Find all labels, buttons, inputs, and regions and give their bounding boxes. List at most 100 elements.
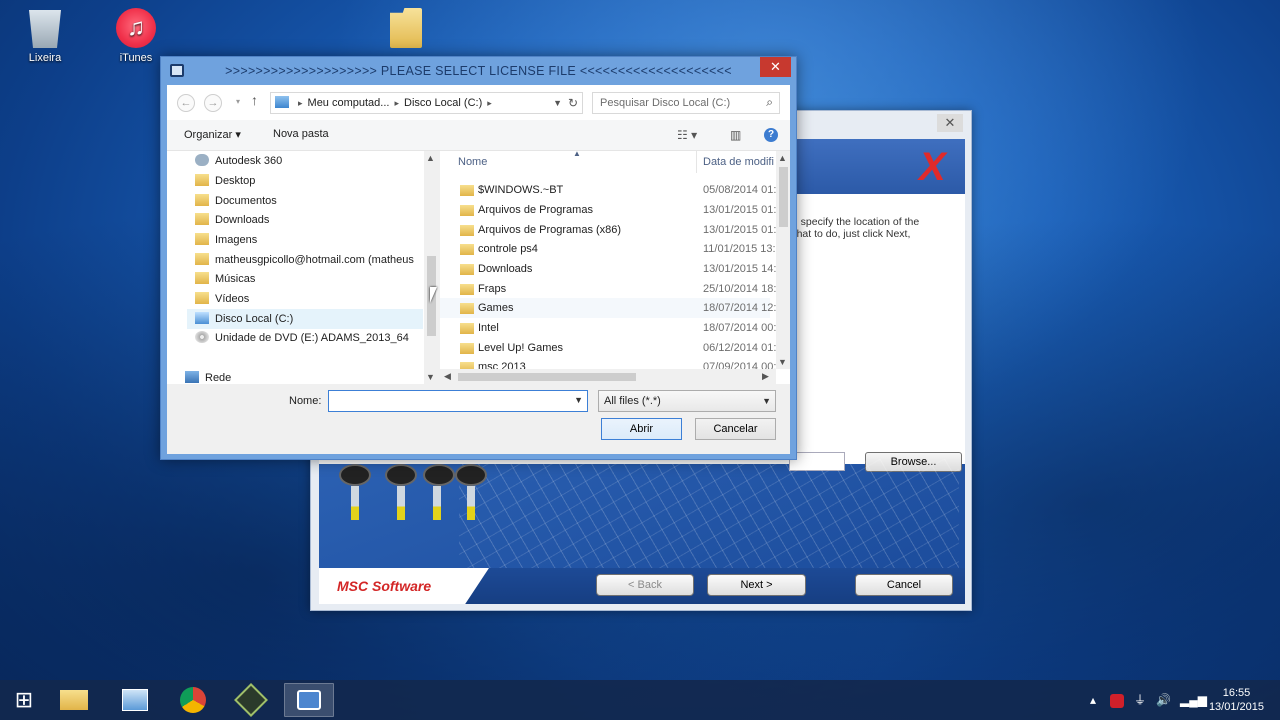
- search-input[interactable]: [593, 93, 753, 113]
- address-dropdown-icon[interactable]: ▼: [553, 93, 562, 113]
- preview-pane-icon[interactable]: ▥: [730, 128, 741, 142]
- new-folder-button[interactable]: Nova pasta: [273, 128, 329, 140]
- file-row[interactable]: Level Up! Games 06/12/2014 01:4: [440, 338, 778, 358]
- folder-icon: [195, 253, 209, 265]
- desktop-icon-recycle-bin[interactable]: Lixeira: [10, 8, 80, 64]
- dvd-icon: [195, 331, 209, 343]
- wizard-close-button[interactable]: ✕: [937, 114, 963, 132]
- computer-icon: [275, 96, 289, 108]
- file-list: Nome ▲ Data de modifi $WINDOWS.~BT 05/08/…: [440, 151, 790, 384]
- nav-item-imagens[interactable]: Imagens: [195, 230, 257, 250]
- back-button[interactable]: < Back: [596, 574, 694, 596]
- sort-indicator-icon: ▲: [573, 151, 581, 158]
- cancel-button[interactable]: Cancelar: [695, 418, 776, 440]
- folder-icon: [195, 292, 209, 304]
- nav-item-musicas[interactable]: Músicas: [195, 269, 255, 289]
- desktop-icon-zip-folder[interactable]: [371, 8, 441, 52]
- nav-scrollbar[interactable]: ▲ ▼: [424, 151, 438, 384]
- license-dialog-taskbar-icon[interactable]: [284, 683, 334, 717]
- file-row[interactable]: Games 18/07/2014 12:1: [440, 298, 778, 318]
- license-file-dialog: >>>>>>>>>>>>>>>>>>>> PLEASE SELECT LICEN…: [160, 56, 797, 460]
- dialog-close-button[interactable]: ✕: [760, 57, 791, 77]
- system-clock[interactable]: 16:55 13/01/2015: [1209, 686, 1264, 714]
- wizard-cancel-button[interactable]: Cancel: [855, 574, 953, 596]
- up-arrow-icon[interactable]: ↑: [251, 92, 258, 108]
- start-button[interactable]: ⊞: [0, 680, 48, 720]
- recent-dropdown-icon[interactable]: ▾: [229, 94, 247, 112]
- folder-icon: [195, 272, 209, 284]
- desktop-icon-label: Lixeira: [28, 52, 62, 64]
- itunes-icon: ♫: [116, 8, 156, 48]
- column-header-date[interactable]: Data de modifi: [696, 151, 774, 173]
- cloud-icon: [195, 154, 209, 166]
- nav-item-desktop[interactable]: Desktop: [195, 171, 255, 191]
- chevron-down-icon[interactable]: ▼: [762, 391, 771, 411]
- nav-item-videos[interactable]: Vídeos: [195, 289, 249, 309]
- nav-item-autodesk-360[interactable]: Autodesk 360: [195, 151, 282, 171]
- nav-item-disco-local[interactable]: Disco Local (C:): [187, 309, 423, 329]
- search-icon[interactable]: ⌕: [766, 95, 773, 110]
- chevron-down-icon[interactable]: ▼: [574, 395, 583, 405]
- file-type-select[interactable]: All files (*.*) ▼: [598, 390, 776, 412]
- mouse-cursor-icon: [430, 287, 437, 303]
- refresh-icon[interactable]: ↻: [568, 93, 578, 113]
- antivirus-icon[interactable]: [1110, 680, 1124, 720]
- breadcrumb-drive[interactable]: Disco Local (C:): [404, 97, 482, 109]
- search-box[interactable]: ⌕: [592, 92, 780, 114]
- scroll-right-icon[interactable]: ▶: [762, 371, 769, 382]
- file-name-combobox[interactable]: ▼: [328, 390, 588, 412]
- file-list-vscroll-thumb[interactable]: [779, 167, 788, 227]
- file-list-hscroll[interactable]: ◀ ▶: [440, 369, 776, 384]
- file-explorer-icon[interactable]: [49, 683, 99, 717]
- help-icon[interactable]: ?: [764, 128, 778, 142]
- scroll-left-icon[interactable]: ◀: [444, 371, 451, 382]
- folder-icon: [460, 323, 474, 334]
- address-row: ← → ▾ ↑ ▸ Meu computad... ▸ Disco Local (C:…: [167, 85, 790, 120]
- file-name-label: Nome:: [289, 395, 322, 407]
- file-row[interactable]: Intel 18/07/2014 00:3: [440, 318, 778, 338]
- back-arrow-icon[interactable]: ←: [177, 94, 195, 112]
- file-row[interactable]: controle ps4 11/01/2015 13:2: [440, 239, 778, 259]
- folder-icon: [460, 264, 474, 275]
- scroll-up-icon[interactable]: ▲: [426, 153, 435, 163]
- control-panel-icon[interactable]: [110, 683, 160, 717]
- file-row[interactable]: $WINDOWS.~BT 05/08/2014 01:0: [440, 180, 778, 200]
- file-name-input[interactable]: [329, 391, 564, 411]
- nav-item-rede[interactable]: Rede: [185, 368, 231, 384]
- file-type-value: All files (*.*): [604, 395, 661, 407]
- file-row[interactable]: Fraps 25/10/2014 18:2: [440, 279, 778, 299]
- breadcrumb-root[interactable]: Meu computad...: [308, 97, 390, 109]
- file-list-hscroll-thumb[interactable]: [458, 373, 636, 381]
- volume-icon[interactable]: 🔊: [1156, 680, 1171, 720]
- folder-icon: [460, 303, 474, 314]
- nav-item-dvd-drive[interactable]: Unidade de DVD (E:) ADAMS_2013_64: [195, 328, 409, 348]
- show-hidden-icons-icon[interactable]: ▴: [1090, 680, 1096, 720]
- folder-icon: [195, 174, 209, 186]
- open-button[interactable]: Abrir: [601, 418, 682, 440]
- nav-item-downloads[interactable]: Downloads: [195, 210, 269, 230]
- file-row[interactable]: Downloads 13/01/2015 14:1: [440, 259, 778, 279]
- scroll-down-icon[interactable]: ▼: [778, 357, 787, 367]
- view-options-icon[interactable]: ☷ ▾: [677, 128, 697, 142]
- organize-menu[interactable]: Organizar ▾: [184, 128, 241, 141]
- wizard-instructions: d, specify the location of the what to d…: [789, 216, 920, 240]
- navigation-pane: Autodesk 360 Desktop Documentos Download…: [167, 151, 438, 384]
- chrome-icon[interactable]: [168, 683, 218, 717]
- folder-icon: [460, 185, 474, 196]
- taskbar: ⊞ ▴ ⏚ 🔊 ▂▄▆ 16:55 13/01/2015: [0, 680, 1280, 720]
- nav-item-documentos[interactable]: Documentos: [195, 191, 277, 211]
- column-header-name[interactable]: Nome: [458, 151, 487, 173]
- scroll-up-icon[interactable]: ▲: [778, 153, 787, 163]
- forward-arrow-icon[interactable]: →: [204, 94, 222, 112]
- file-row[interactable]: Arquivos de Programas (x86) 13/01/2015 01…: [440, 220, 778, 240]
- next-button[interactable]: Next >: [707, 574, 806, 596]
- usb-icon[interactable]: ⏚: [1134, 680, 1146, 720]
- network-signal-icon[interactable]: ▂▄▆: [1180, 680, 1207, 720]
- file-list-vscroll[interactable]: ▲ ▼: [776, 151, 790, 369]
- wizard-footer: MSC Software < Back Next > Cancel: [319, 568, 965, 604]
- adams-app-icon[interactable]: [226, 683, 276, 717]
- file-row[interactable]: Arquivos de Programas 13/01/2015 01:5: [440, 200, 778, 220]
- nav-item-onedrive[interactable]: matheusgpicollo@hotmail.com (matheus: [195, 250, 414, 270]
- scroll-down-icon[interactable]: ▼: [426, 372, 435, 382]
- address-bar[interactable]: ▸ Meu computad... ▸ Disco Local (C:) ▸ ▼ ↻: [270, 92, 583, 114]
